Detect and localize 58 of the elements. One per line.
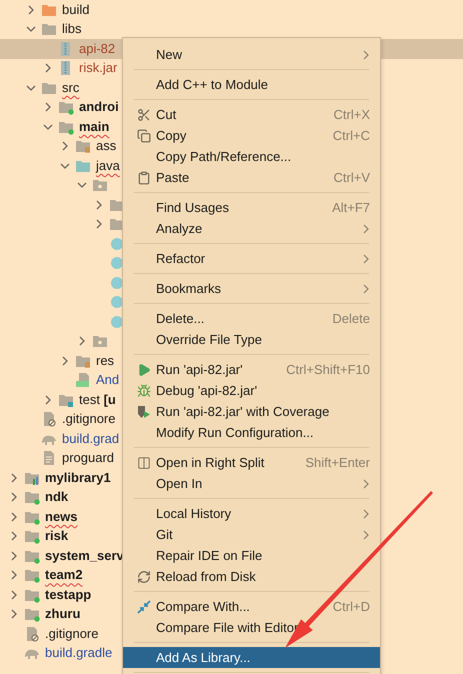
tree-item-label[interactable]: And <box>96 372 120 388</box>
menu-item[interactable]: Debug 'api-82.jar' <box>123 380 380 401</box>
menu-item[interactable]: Bookmarks <box>123 278 380 299</box>
tree-item-label[interactable]: mylibrary1 <box>45 470 111 486</box>
menu-item[interactable]: Add C++ to Module <box>123 74 380 95</box>
tree-item-label[interactable]: res <box>96 352 114 369</box>
menu-item[interactable]: Delete... Delete <box>123 308 380 329</box>
tree-item-label[interactable]: test [u <box>79 392 116 408</box>
menu-item[interactable]: Compare File with Editor <box>123 617 380 638</box>
tree-item-label[interactable]: build <box>62 2 90 18</box>
tree-item-label[interactable]: testapp <box>45 586 92 603</box>
tree-item-label[interactable]: androi <box>79 99 119 116</box>
menu-item[interactable]: Override File Type <box>123 329 380 350</box>
tree-item-label[interactable]: .gitignore <box>62 411 116 428</box>
tree-item-label[interactable]: build.grad <box>62 430 120 447</box>
tree-item-label[interactable]: system_serv <box>45 548 124 564</box>
menu-item[interactable]: Open in Right Split Shift+Enter <box>123 452 380 473</box>
menu-item[interactable]: Cut Ctrl+X <box>123 104 380 125</box>
menu-item[interactable]: Paste Ctrl+V <box>123 167 380 188</box>
paste-icon <box>137 170 151 184</box>
menu-item[interactable]: Compare With... Ctrl+D <box>123 596 380 617</box>
menu-item[interactable]: Local History <box>123 503 380 524</box>
tree-item-label[interactable]: zhuru <box>45 606 80 622</box>
split-view-icon <box>137 456 151 470</box>
tree-item-label[interactable]: ass <box>96 138 116 154</box>
tree-item-label[interactable]: proguard <box>62 450 114 466</box>
tree-item-label[interactable]: news <box>45 508 78 525</box>
menu-item[interactable]: Copy Path/Reference... <box>123 146 380 167</box>
compare-arrows-icon <box>137 600 151 614</box>
tree-item-label[interactable]: risk.jar <box>79 60 118 76</box>
tree-item-label[interactable]: team2 <box>45 567 83 584</box>
tree-item-label[interactable]: .gitignore <box>45 626 98 642</box>
shield-play-icon <box>137 404 151 418</box>
menu-item[interactable]: Find Usages Alt+F7 <box>123 197 380 218</box>
menu-item[interactable]: Copy Ctrl+C <box>123 125 380 146</box>
menu-item[interactable]: Add As Library... <box>123 647 380 668</box>
tree-item-label[interactable]: main <box>79 118 110 135</box>
menu-item[interactable]: Reload from Disk <box>123 566 380 587</box>
reload-icon <box>137 570 151 584</box>
copy-icon <box>137 128 151 142</box>
menu-item[interactable]: Open In <box>123 473 380 494</box>
menu-item[interactable]: Analyze <box>123 218 380 239</box>
tree-item-label[interactable]: libs <box>62 21 82 38</box>
menu-item[interactable]: Run 'api-82.jar' with Coverage <box>123 401 380 422</box>
scissors-icon <box>137 108 151 122</box>
menu-item[interactable]: New <box>123 44 380 65</box>
tree-item-label[interactable]: java <box>96 158 120 174</box>
menu-item[interactable]: Modify Run Configuration... <box>123 422 380 443</box>
menu-item[interactable]: Repair IDE on File <box>123 545 380 566</box>
tree-item-label[interactable]: src <box>62 80 80 96</box>
menu-item[interactable]: Git <box>123 524 380 545</box>
menu-item[interactable]: Run 'api-82.jar' Ctrl+Shift+F10 <box>123 359 380 380</box>
tree-item-label[interactable]: ndk <box>45 489 68 506</box>
tree-item-label[interactable]: risk <box>45 528 68 544</box>
bug-icon <box>137 384 151 398</box>
tree-item-label[interactable]: build.gradle <box>45 645 112 662</box>
menu-item[interactable]: Refactor <box>123 248 380 269</box>
play-icon <box>137 362 151 376</box>
